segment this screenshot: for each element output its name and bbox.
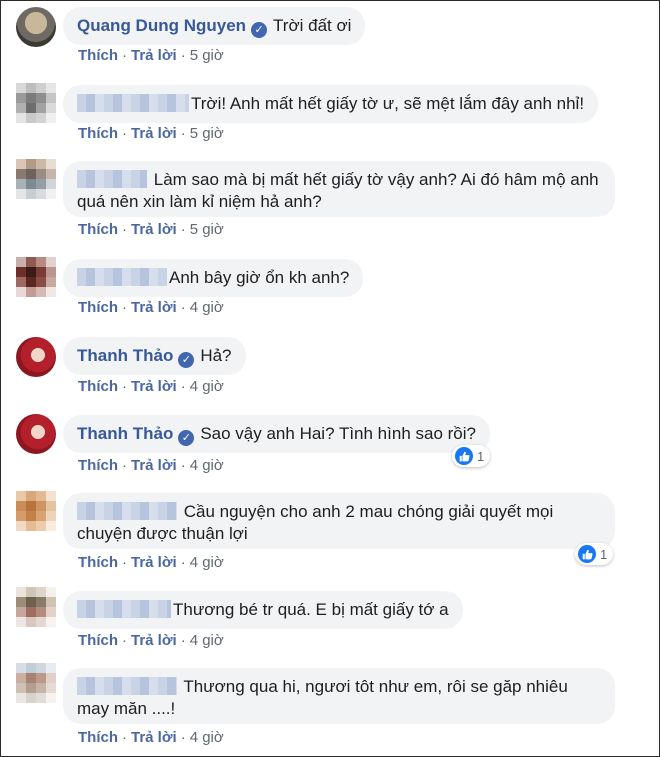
comment-bubble: Thương qua hi, ngươi tôt như em, rôi se … [63, 668, 615, 724]
thumbs-up-icon [455, 447, 473, 465]
comment-timestamp[interactable]: 5 giờ [190, 221, 224, 238]
avatar[interactable] [16, 491, 56, 531]
comment-timestamp[interactable]: 5 giờ [190, 47, 224, 64]
avatar[interactable] [16, 7, 56, 47]
like-link[interactable]: Thích [78, 457, 118, 474]
comment-bubble: Anh bây giờ ổn kh anh? [63, 259, 364, 297]
comment-timestamp[interactable]: 5 giờ [190, 125, 224, 142]
avatar[interactable] [16, 663, 56, 703]
comment-text: Hả? [200, 346, 232, 365]
comment-actions: Thích · Trả lời · 4 giờ [78, 378, 224, 395]
comment-bubble: Trời! Anh mất hết giấy tờ ư, sẽ mệt lắm … [63, 85, 599, 123]
comment-timestamp[interactable]: 4 giờ [190, 457, 224, 474]
reaction-count[interactable]: 1 [575, 543, 614, 565]
like-link[interactable]: Thích [78, 221, 118, 238]
comment-actions: Thích · Trả lời · 4 giờ [78, 554, 224, 571]
reply-link[interactable]: Trả lời [131, 221, 177, 238]
avatar[interactable] [16, 257, 56, 297]
comment-thread: Quang Dung Nguyen ✓ Trời đất ơi Thích · Trả … [0, 0, 660, 757]
like-link[interactable]: Thích [78, 299, 118, 316]
comment-actions: Thích · Trả lời · 4 giờ [78, 299, 224, 316]
comment-timestamp[interactable]: 4 giờ [190, 632, 224, 649]
like-link[interactable]: Thích [78, 729, 118, 746]
reply-link[interactable]: Trả lời [131, 632, 177, 649]
blurred-author-name [77, 677, 177, 695]
verified-check-icon: ✓ [178, 430, 195, 446]
comment-text: Trời đất ơi [273, 16, 352, 35]
comment-bubble: Cầu nguyện cho anh 2 mau chóng giải quyế… [63, 493, 615, 549]
comment-bubble: Thanh Thảo ✓ Sao vậy anh Hai? Tình hình sa… [63, 415, 490, 453]
comment-text: Trời! Anh mất hết giấy tờ ư, sẽ mệt lắm … [191, 94, 585, 113]
like-link[interactable]: Thích [78, 554, 118, 571]
comment-timestamp[interactable]: 4 giờ [190, 729, 224, 746]
reply-link[interactable]: Trả lời [131, 47, 177, 64]
avatar[interactable] [16, 159, 56, 199]
comment-text: Anh bây giờ ổn kh anh? [169, 268, 350, 287]
comment-actions: Thích · Trả lời · 4 giờ [78, 729, 224, 746]
comment-bubble: Quang Dung Nguyen ✓ Trời đất ơi [63, 7, 366, 45]
blurred-author-name [77, 94, 189, 112]
reaction-count-label: 1 [477, 448, 485, 464]
comment-timestamp[interactable]: 4 giờ [190, 554, 224, 571]
like-link[interactable]: Thích [78, 47, 118, 64]
comment-timestamp[interactable]: 4 giờ [190, 378, 224, 395]
blurred-author-name [77, 170, 147, 188]
reply-link[interactable]: Trả lời [131, 299, 177, 316]
comment-bubble: Thương bé tr quá. E bị mất giấy tớ a [63, 591, 463, 629]
reply-link[interactable]: Trả lời [131, 554, 177, 571]
avatar[interactable] [16, 414, 56, 454]
avatar[interactable] [16, 587, 56, 627]
comment-author[interactable]: Thanh Thảo [77, 424, 173, 443]
reply-link[interactable]: Trả lời [131, 729, 177, 746]
like-link[interactable]: Thích [78, 125, 118, 142]
reply-link[interactable]: Trả lời [131, 457, 177, 474]
comment-actions: Thích · Trả lời · 5 giờ [78, 125, 224, 142]
reaction-count-label: 1 [600, 546, 608, 562]
blurred-author-name [77, 268, 167, 286]
like-link[interactable]: Thích [78, 632, 118, 649]
verified-check-icon: ✓ [178, 352, 195, 368]
comment-author[interactable]: Quang Dung Nguyen [77, 16, 246, 35]
comment-text: Thương bé tr quá. E bị mất giấy tớ a [173, 600, 449, 619]
comment-timestamp[interactable]: 4 giờ [190, 299, 224, 316]
comment-author[interactable]: Thanh Thảo [77, 346, 173, 365]
comment-actions: Thích · Trả lời · 4 giờ [78, 457, 224, 474]
verified-check-icon: ✓ [251, 22, 268, 38]
avatar[interactable] [16, 83, 56, 123]
thumbs-up-icon [578, 545, 596, 563]
comment-actions: Thích · Trả lời · 5 giờ [78, 47, 224, 64]
reply-link[interactable]: Trả lời [131, 378, 177, 395]
blurred-author-name [77, 600, 171, 618]
comment-text: Làm sao mà bị mất hết giấy tờ vậy anh? A… [77, 170, 599, 211]
blurred-author-name [77, 502, 177, 520]
comment-bubble: Làm sao mà bị mất hết giấy tờ vậy anh? A… [63, 161, 615, 217]
avatar[interactable] [16, 337, 56, 377]
comment-actions: Thích · Trả lời · 5 giờ [78, 221, 224, 238]
comment-text: Sao vậy anh Hai? Tình hình sao rồi? [200, 424, 476, 443]
reaction-count[interactable]: 1 [452, 445, 491, 467]
comment-bubble: Thanh Thảo ✓ Hả? [63, 337, 246, 375]
comment-actions: Thích · Trả lời · 4 giờ [78, 632, 224, 649]
reply-link[interactable]: Trả lời [131, 125, 177, 142]
like-link[interactable]: Thích [78, 378, 118, 395]
